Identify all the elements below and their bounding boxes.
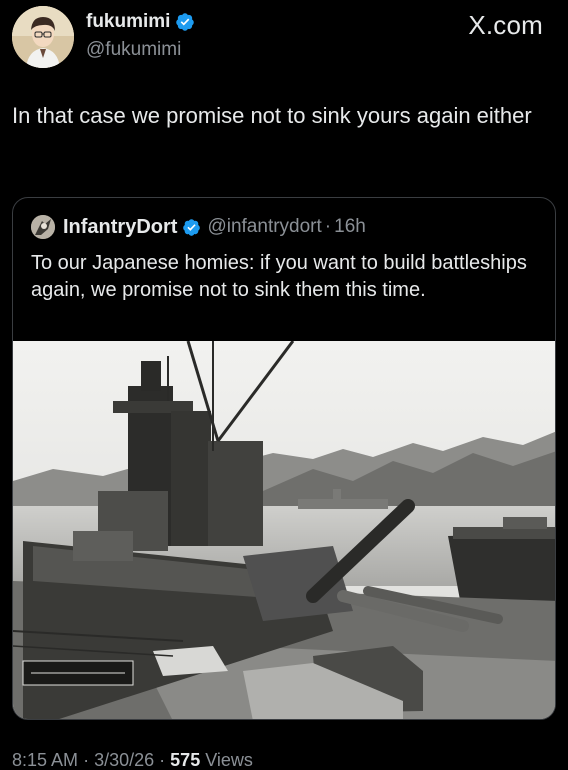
separator-dot: · xyxy=(159,750,166,770)
quoted-tweet-header: InfantryDort @infantrydort · 16h xyxy=(31,215,366,239)
quoted-tweet-text: To our Japanese homies: if you want to b… xyxy=(31,252,527,301)
brand-label: X.com xyxy=(468,10,543,40)
quoted-author-avatar[interactable] xyxy=(31,215,55,239)
author-name-text[interactable]: fukumimi xyxy=(86,11,170,33)
views-count: 575 xyxy=(170,750,201,770)
tweet-time[interactable]: 8:15 AM xyxy=(12,750,78,770)
author-handle[interactable]: @fukumimi xyxy=(86,39,181,61)
quoted-tweet-card[interactable]: InfantryDort @infantrydort · 16h To our … xyxy=(12,197,556,720)
verified-badge-icon xyxy=(176,13,195,31)
author-display-name[interactable]: fukumimi xyxy=(86,11,195,33)
quoted-author-name[interactable]: InfantryDort xyxy=(63,216,177,239)
author-avatar[interactable] xyxy=(12,6,74,68)
quoted-tweet-age[interactable]: 16h xyxy=(334,216,366,238)
verified-badge-icon xyxy=(183,218,201,236)
views-label: Views xyxy=(205,750,253,770)
separator-dot: · xyxy=(83,750,90,770)
quoted-author-handle[interactable]: @infantrydort xyxy=(207,216,321,238)
quoted-tweet-photo[interactable] xyxy=(13,341,555,719)
tweet-text: In that case we promise not to sink your… xyxy=(12,103,532,128)
separator-dot: · xyxy=(324,216,332,237)
tweet-date[interactable]: 3/30/26 xyxy=(94,750,154,770)
tweet-meta: 8:15 AM · 3/30/26 · 575 Views xyxy=(12,750,253,770)
